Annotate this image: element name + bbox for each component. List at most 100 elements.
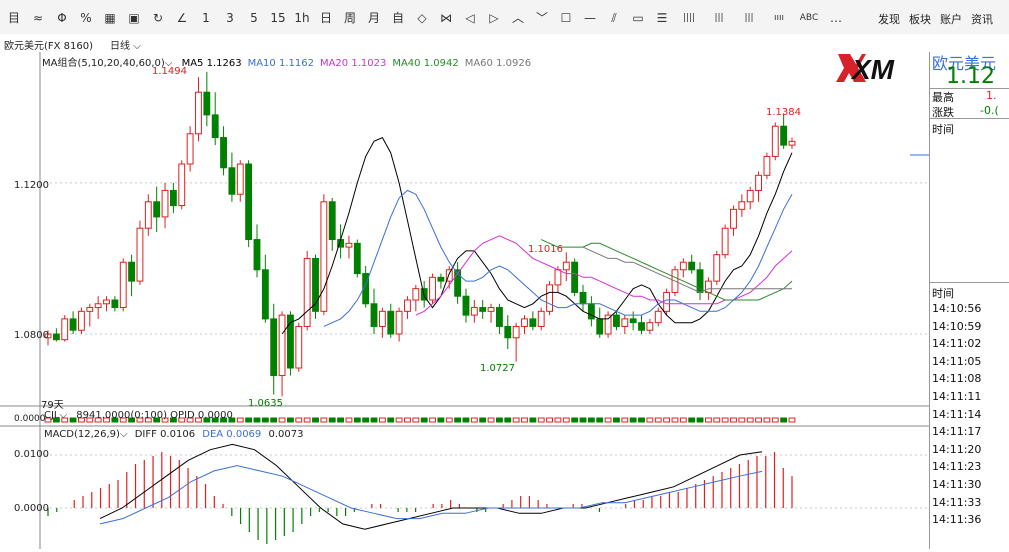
ma-legend: MA组合(5,10,20,40,60,0)⌵ MA5 1.1263 MA10 1.… [42, 54, 531, 69]
candle-down [688, 261, 696, 271]
zoom-in-icon[interactable]: ︿ [510, 10, 526, 26]
candle-up [136, 227, 144, 282]
diamond-icon[interactable]: ◇ [414, 10, 430, 26]
volume-bar [596, 417, 604, 423]
nav-link-0[interactable]: 发现 [878, 11, 900, 27]
volume-bar [587, 417, 595, 423]
toolbar: 目 ≈ Φ% ▦ ▣ ↻ ∠ 1 3 5 15 1h 日周月自 ◇ ⋈ ◁ ▷ ︿ ﹀ ☐ — ⫽ ▭ ☰ |||| ||| |||… [0, 0, 1009, 34]
volume-bar [721, 417, 729, 423]
volume-bar [312, 417, 319, 423]
more-icon[interactable]: … [828, 10, 844, 26]
volume-bar [295, 417, 303, 423]
volume-bar [345, 417, 353, 423]
ma-legend-item: MA5 1.1263 [181, 58, 242, 69]
rect-icon[interactable]: ▭ [630, 10, 646, 26]
period-month-button[interactable]: 月 [366, 10, 382, 26]
volume-bar [613, 417, 620, 423]
draw-icon[interactable]: ∠ [174, 10, 190, 26]
nav-link-1[interactable]: 板块 [909, 11, 931, 27]
candle-up [94, 303, 102, 309]
volume-icon[interactable]: ıııı [768, 10, 790, 26]
bowtie-icon[interactable]: ⋈ [438, 10, 454, 26]
period-day-button[interactable]: 日 [318, 10, 334, 26]
volume-bar [236, 417, 244, 423]
candle-up [738, 201, 746, 210]
volume-bar [521, 417, 528, 423]
volume-bar [404, 417, 411, 423]
trend-icon[interactable]: ⫽ [606, 10, 622, 26]
hline-icon[interactable]: — [582, 10, 598, 26]
symbol-name[interactable]: 欧元美元(FX 8160) [4, 37, 93, 52]
period-select[interactable]: 日线 ⌵ [110, 37, 141, 52]
candle-down [437, 276, 445, 282]
bars4-icon[interactable]: |||| [678, 10, 700, 26]
chevron-down-icon: ⌵ [119, 429, 128, 440]
zoom-out-icon[interactable]: ﹀ [534, 10, 550, 26]
divider [930, 118, 1009, 119]
candle-up [721, 227, 729, 256]
candle-up [621, 318, 629, 327]
ma-legend-item: MA20 1.1023 [319, 58, 387, 69]
candle-up [303, 257, 311, 327]
bars3-icon[interactable]: ||| [708, 10, 730, 26]
period-1-button[interactable]: 1 [198, 10, 214, 26]
period-week-button[interactable]: 周 [342, 10, 358, 26]
channel-icon[interactable]: ☰ [654, 10, 670, 26]
candle-down [479, 307, 487, 312]
candle-down [203, 91, 211, 116]
ma-line-ma20 [415, 235, 793, 316]
volume-bar [253, 417, 261, 423]
candle-up [119, 261, 127, 309]
line-chart-icon[interactable]: ≈ [30, 10, 46, 26]
chart-area[interactable]: MA组合(5,10,20,40,60,0) ⌵ MA5 1.1263 MA10 1.… [0, 52, 929, 549]
volume-bar [337, 417, 345, 423]
period-custom-button[interactable]: 自 [390, 10, 406, 26]
volume-name[interactable]: CJL [44, 410, 60, 421]
volume-bar [554, 417, 562, 423]
macd-dea: DEA 0.0069 [202, 429, 262, 440]
layout-icon[interactable]: 目 [6, 10, 22, 26]
candle-down [128, 261, 136, 282]
candlestick-chart[interactable] [0, 52, 929, 549]
candle-up [554, 269, 562, 286]
period-3-button[interactable]: 3 [222, 10, 238, 26]
nav-link-2[interactable]: 账户 [940, 11, 962, 27]
nav-link-3[interactable]: 资讯 [971, 11, 993, 27]
arrow-right-icon[interactable]: ▷ [486, 10, 502, 26]
grid-icon[interactable]: ▦ [102, 10, 118, 26]
volume-legend: CJL⌵ 8941.0000(0:100) OPID 0.0000 [44, 410, 233, 421]
candle-down [370, 303, 378, 327]
bars3b-icon[interactable]: ||| [738, 10, 760, 26]
text-icon[interactable]: ABC [798, 10, 820, 26]
percent-icon[interactable]: % [78, 10, 94, 26]
ma-line-ma5 [281, 136, 793, 335]
macd-dea-line [99, 465, 763, 525]
volume-bar [646, 417, 654, 423]
volume-bar [746, 417, 754, 423]
candle-up [646, 322, 654, 331]
candle-down [462, 295, 470, 316]
volume-bar [688, 417, 696, 423]
candle-up [345, 242, 353, 248]
macd-legend: MACD(12,26,9)⌵ DIFF 0.0106 DEA 0.0069 0.… [44, 429, 303, 440]
period-5-button[interactable]: 5 [246, 10, 262, 26]
tick-time: 14:11:36 [932, 513, 982, 527]
candle-up [404, 299, 411, 312]
tick-time: 14:11:17 [932, 425, 982, 439]
volume-bar [788, 417, 796, 423]
volume-bar [437, 417, 445, 423]
period-1h-button[interactable]: 1h [294, 10, 310, 26]
volume-bar [353, 417, 361, 423]
period-15-button[interactable]: 15 [270, 10, 286, 26]
save-icon[interactable]: ▣ [126, 10, 142, 26]
volume-bar [629, 417, 637, 423]
arrow-left-icon[interactable]: ◁ [462, 10, 478, 26]
macd-name[interactable]: MACD(12,26,9) [44, 429, 120, 440]
ma-group-label[interactable]: MA组合(5,10,20,40,60,0) [42, 58, 165, 69]
candle-up [144, 201, 152, 229]
candle-up [562, 261, 570, 271]
candle-icon[interactable]: Φ [54, 10, 70, 26]
volume-bar [320, 417, 328, 423]
refresh-icon[interactable]: ↻ [150, 10, 166, 26]
box-icon[interactable]: ☐ [558, 10, 574, 26]
